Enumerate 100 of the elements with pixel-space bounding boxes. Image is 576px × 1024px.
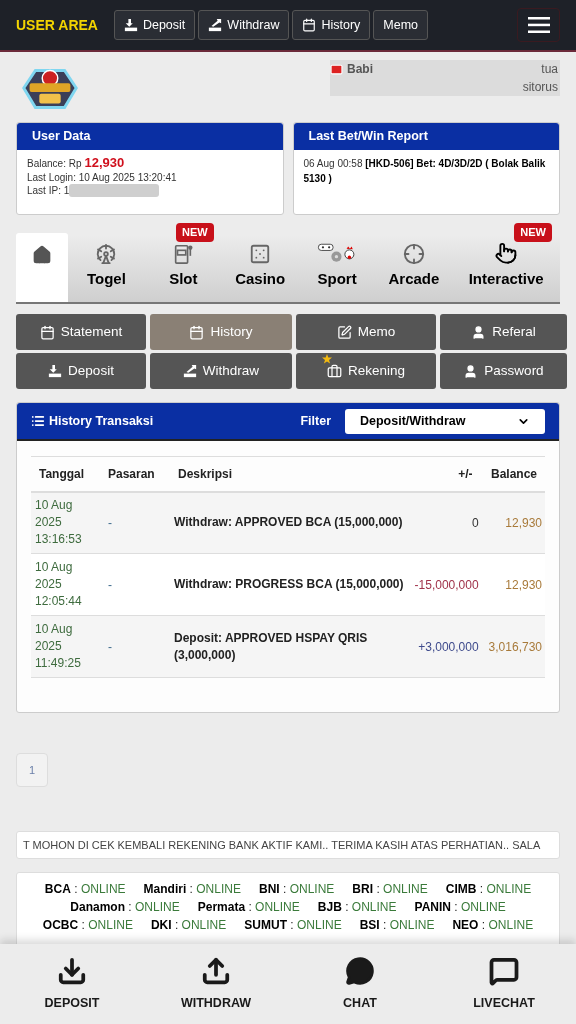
balance-label: Balance: Rp: [27, 157, 82, 171]
bottom-nav-button[interactable]: WITHDRAW: [144, 944, 288, 1024]
calendar-icon: [189, 324, 205, 340]
bank-status: BSI : ONLINE: [359, 918, 435, 933]
user-icon: [471, 324, 487, 340]
user-name: Babi: [347, 61, 373, 78]
menu-tile-button[interactable]: Statement: [16, 314, 146, 350]
last-bet-text: 06 Aug 00:58 [HKD-506] Bet: 4D/3D/2D ( Bolak Balik 5130 ): [302, 157, 547, 186]
column-header: +/-: [412, 456, 481, 492]
menu-tile-button[interactable]: History: [150, 314, 292, 350]
nav-button[interactable]: Deposit: [113, 10, 196, 40]
table-cell: 0: [412, 491, 481, 554]
menu-tile-button[interactable]: Deposit: [16, 353, 146, 389]
new-badge: NEW: [514, 223, 552, 242]
table-cell: 12,930: [480, 553, 545, 616]
column-header: Balance: [480, 456, 545, 492]
table-cell: 10 Aug 2025 12:05:44: [31, 553, 100, 616]
column-header: Pasaran: [100, 456, 170, 492]
announcement-text: T MOHON DI CEK KEMBALI REKENING BANK AKTIF KAMI.. TERIMA KASIH ATAS PERHATIAN.. SALA: [23, 837, 541, 853]
page-button[interactable]: 1: [16, 753, 48, 787]
table-cell: -: [100, 615, 170, 678]
deposit-icon: [48, 364, 63, 378]
card-title: History Transaksi: [49, 412, 154, 430]
table-cell: Withdraw: APPROVED BCA (15,000,000): [170, 491, 413, 554]
column-header: Deskripsi: [170, 456, 413, 492]
list-icon: [31, 414, 45, 428]
user-name-end: tua: [541, 61, 558, 78]
crosshair-icon: [402, 242, 425, 265]
table-cell: -15,000,000: [412, 553, 481, 616]
download-icon: [57, 955, 87, 986]
withdraw-icon: [208, 18, 223, 32]
last-login: Last Login: 10 Aug 2025 13:20:41: [27, 170, 178, 184]
upload-icon: [201, 955, 231, 986]
brand-title: USER AREA: [16, 15, 98, 35]
briefcase-icon: [326, 363, 342, 379]
new-badge: NEW: [176, 223, 214, 242]
deposit-icon: [123, 18, 138, 32]
table-cell: 12,930: [480, 491, 545, 554]
game-tab[interactable]: [16, 233, 68, 302]
game-tab[interactable]: Interactive: [452, 242, 560, 302]
nav-button[interactable]: History: [292, 10, 371, 40]
bank-status: BJB : ONLINE: [317, 900, 397, 915]
menu-icon: [527, 17, 550, 33]
bank-status: OCBC : ONLINE: [42, 918, 133, 933]
bank-status: BCA : ONLINE: [44, 882, 126, 897]
calendar-icon: [39, 324, 55, 340]
bank-status: Danamon : ONLINE: [70, 900, 180, 915]
table-cell: 10 Aug 2025 11:49:25: [31, 615, 100, 678]
game-tab[interactable]: Slot: [144, 242, 222, 302]
table-cell: 3,016,730: [480, 615, 545, 678]
home-icon: [32, 245, 52, 265]
menu-tile-button[interactable]: Memo: [296, 314, 436, 350]
bank-status: BRI : ONLINE: [352, 882, 428, 897]
bank-status: SUMUT : ONLINE: [244, 918, 342, 933]
menu-tile-button[interactable]: Rekening: [296, 353, 436, 389]
bottom-nav-button[interactable]: DEPOSIT: [0, 944, 144, 1024]
table-cell: -: [100, 491, 170, 554]
game-tab[interactable]: Sport: [298, 242, 376, 302]
bottom-nav-button[interactable]: CHAT: [288, 944, 432, 1024]
withdraw-icon: [182, 364, 197, 378]
mail-icon: [330, 62, 343, 76]
nav-button[interactable]: Withdraw: [198, 10, 290, 40]
menu-tile-button[interactable]: Password: [440, 353, 567, 389]
menu-tile-button[interactable]: Referal: [440, 314, 567, 350]
bank-status: NEO : ONLINE: [452, 918, 534, 933]
table-cell: Withdraw: PROGRESS BCA (15,000,000): [170, 553, 413, 616]
table-cell: +3,000,000: [412, 615, 481, 678]
speech-bubble-icon: [489, 955, 519, 986]
bank-status: Permata : ONLINE: [197, 900, 300, 915]
ferris-wheel-icon: [95, 242, 118, 265]
game-tab[interactable]: Togel: [68, 242, 145, 302]
column-header: Tanggal: [31, 456, 100, 492]
bank-status: Mandiri : ONLINE: [143, 882, 241, 897]
bank-status: PANIN : ONLINE: [414, 900, 506, 915]
card-title: Last Bet/Win Report: [308, 128, 428, 146]
edit-icon: [336, 324, 352, 340]
menu-button[interactable]: [517, 8, 560, 42]
calendar-icon: [302, 18, 317, 32]
menu-tile-button[interactable]: Withdraw: [150, 353, 292, 389]
pointer-hand-icon: [494, 242, 519, 265]
game-tab[interactable]: Casino: [221, 242, 299, 302]
bank-status: BNI : ONLINE: [258, 882, 335, 897]
dice-icon: [249, 242, 272, 265]
filter-label: Filter: [300, 412, 331, 430]
chat-bubble-icon: [345, 955, 375, 986]
last-ip: Last IP: 1: [27, 184, 70, 198]
bank-status: DKI : ONLINE: [150, 918, 227, 933]
table-cell: -: [100, 553, 170, 616]
table-cell: 10 Aug 2025 13:16:53: [31, 491, 100, 554]
user-name-line: sitorus: [522, 79, 558, 96]
bottom-nav-button[interactable]: LIVECHAT: [432, 944, 576, 1024]
slot-machine-icon: [173, 242, 194, 265]
balance-amount: 12,930: [84, 156, 125, 170]
card-title: User Data: [32, 128, 91, 146]
nav-button[interactable]: Memo: [373, 10, 429, 40]
filter-select[interactable]: Deposit/Withdraw: [345, 408, 545, 434]
user-icon: [463, 363, 479, 379]
game-tab[interactable]: Arcade: [375, 242, 453, 302]
star-icon: [321, 353, 332, 364]
bank-status: CIMB : ONLINE: [445, 882, 532, 897]
